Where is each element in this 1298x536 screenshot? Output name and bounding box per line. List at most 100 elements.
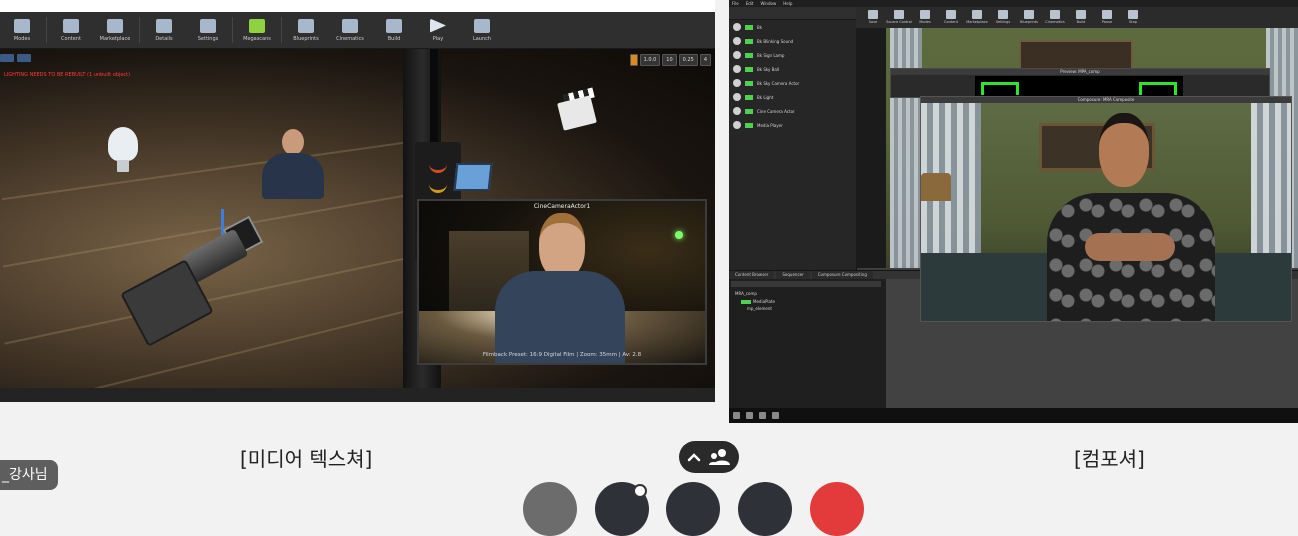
settings-icon bbox=[200, 18, 216, 33]
tree-item[interactable]: mp_element bbox=[747, 306, 772, 311]
toolbar-stop-button[interactable]: Stop bbox=[1122, 7, 1144, 28]
preview-window: Preview: MPA_comp bbox=[890, 68, 1270, 98]
highlight bbox=[745, 66, 753, 72]
toolbar-blueprints-button[interactable]: Blueprints bbox=[284, 12, 328, 48]
lightbulb-icon[interactable] bbox=[108, 127, 138, 161]
highlight bbox=[745, 38, 753, 44]
right-editor-toolbar: Save Source Control Modes Content Market… bbox=[856, 7, 1298, 28]
viewport-stat[interactable]: 10 bbox=[662, 54, 677, 66]
left-shared-screen: Modes Content Marketplace Details Settin… bbox=[0, 0, 715, 402]
viewport-view-button[interactable] bbox=[17, 54, 31, 62]
share-button[interactable] bbox=[666, 482, 720, 536]
toolbar-blueprints-button[interactable]: Blueprints bbox=[1018, 7, 1040, 28]
toolbar-separator bbox=[139, 17, 140, 43]
clapperboard-icon[interactable] bbox=[557, 95, 597, 131]
modes-icon bbox=[920, 10, 930, 19]
toolbar-pause-button[interactable]: Pause bbox=[1096, 7, 1118, 28]
highlight bbox=[745, 108, 753, 114]
toolbar-launch-button[interactable]: Launch bbox=[460, 12, 504, 48]
right-menubar: File Edit Window Help bbox=[729, 0, 1298, 7]
tab-composure[interactable]: Composure Compositing bbox=[811, 271, 873, 279]
menu-file[interactable]: File bbox=[732, 0, 739, 7]
tab-content-browser[interactable]: Content Browser bbox=[729, 271, 775, 279]
outliner-item[interactable]: Bk Blinking Sound bbox=[729, 34, 856, 48]
viewport-stat[interactable]: 4 bbox=[699, 54, 711, 66]
toolbar-settings-button[interactable]: Settings bbox=[186, 12, 230, 48]
camera-toggle-button[interactable] bbox=[523, 482, 577, 536]
outliner-item-label: Bk bbox=[757, 24, 763, 30]
toolbar-marketplace-button[interactable]: Marketplace bbox=[93, 12, 137, 48]
viewport-stat[interactable]: 1.0.0 bbox=[639, 54, 661, 66]
viewport-left-buttons bbox=[0, 54, 31, 62]
actor-icon bbox=[733, 79, 741, 87]
menu-edit[interactable]: Edit bbox=[746, 0, 754, 7]
tree-item[interactable]: MRA_comp bbox=[735, 291, 757, 296]
menu-window[interactable]: Window bbox=[760, 0, 776, 7]
build-icon bbox=[1076, 10, 1086, 19]
curtain-left bbox=[890, 28, 922, 268]
floor-tile-line bbox=[5, 308, 415, 388]
toolbar-build-button[interactable]: Build bbox=[1070, 7, 1092, 28]
left-level-viewport[interactable]: LIGHTING NEEDS TO BE REBUILT (1 unbuilt … bbox=[0, 49, 715, 388]
browser-icon[interactable] bbox=[759, 412, 766, 419]
end-call-button[interactable] bbox=[810, 482, 864, 536]
toolbar-label: Modes bbox=[919, 20, 931, 24]
toolbar-label: Pause bbox=[1101, 20, 1113, 24]
outliner-item[interactable]: Cine Camera Actor bbox=[729, 104, 856, 118]
outliner-item[interactable]: Bk Sky Ball bbox=[729, 62, 856, 76]
toolbar-save-button[interactable]: Save bbox=[862, 7, 884, 28]
viewport-stat[interactable]: 0.25 bbox=[678, 54, 698, 66]
toolbar-modes-button[interactable]: Modes bbox=[0, 12, 44, 48]
toolbar-build-button[interactable]: Build bbox=[372, 12, 416, 48]
traffic-lamp bbox=[429, 160, 447, 173]
outliner-item[interactable]: Bk bbox=[729, 20, 856, 34]
pause-icon bbox=[1102, 10, 1112, 19]
blue-sign bbox=[453, 163, 493, 191]
tab-sequencer[interactable]: Sequencer bbox=[776, 271, 810, 279]
toolbar-cinematics-button[interactable]: Cinematics bbox=[1044, 7, 1066, 28]
outliner-item[interactable]: Bk Sky Camera Actor bbox=[729, 76, 856, 90]
outliner-item[interactable]: Bk Light bbox=[729, 90, 856, 104]
folder-icon[interactable] bbox=[746, 412, 753, 419]
tree-item[interactable]: MediaPlate bbox=[741, 299, 775, 304]
app-icon[interactable] bbox=[772, 412, 779, 419]
viewport-options-button[interactable] bbox=[0, 54, 14, 62]
mic-status-dot bbox=[633, 484, 647, 498]
left-screen-caption: [미디어 텍스쳐] bbox=[240, 447, 373, 471]
toolbar-settings-button[interactable]: Settings bbox=[992, 7, 1014, 28]
toolbar-label: Settings bbox=[995, 20, 1011, 24]
outliner-item[interactable]: Media Player bbox=[729, 118, 856, 132]
tree-item-label: MRA_comp bbox=[735, 291, 757, 296]
toolbar-content-button[interactable]: Content bbox=[49, 12, 93, 48]
toolbar-label: Build bbox=[1076, 20, 1086, 24]
toolbar-play-button[interactable]: Play bbox=[416, 12, 460, 48]
menu-help[interactable]: Help bbox=[783, 0, 792, 7]
person-body bbox=[262, 153, 324, 199]
toolbar-cinematics-button[interactable]: Cinematics bbox=[328, 12, 372, 48]
toolbar-marketplace-button[interactable]: Marketplace bbox=[966, 7, 988, 28]
marketplace-icon bbox=[972, 10, 982, 19]
toolbar-modes-button[interactable]: Modes bbox=[914, 7, 936, 28]
toolbar-megascans-button[interactable]: Megascans bbox=[235, 12, 279, 48]
wall-painting bbox=[1019, 40, 1133, 70]
outliner-item-label: Bk Blinking Sound bbox=[757, 38, 794, 44]
outliner-item[interactable]: Bk Sign Lamp bbox=[729, 48, 856, 62]
green-bracket bbox=[981, 82, 1019, 95]
start-icon[interactable] bbox=[733, 412, 740, 419]
viewport-mode-accent[interactable] bbox=[629, 54, 638, 66]
os-taskbar bbox=[729, 408, 1298, 423]
outliner-header bbox=[729, 7, 856, 20]
tree-search-input[interactable] bbox=[731, 281, 881, 287]
toolbar-content-button[interactable]: Content bbox=[940, 7, 962, 28]
more-options-button[interactable] bbox=[738, 482, 792, 536]
chevron-up-icon bbox=[687, 453, 701, 462]
outliner-item-label: Bk Sky Camera Actor bbox=[757, 80, 800, 86]
preview-camera-caption: Filmback Preset: 16:9 Digital Film | Zoo… bbox=[482, 352, 642, 358]
view-toggle-button[interactable] bbox=[679, 441, 739, 473]
toolbar-label: Stop bbox=[1129, 20, 1137, 24]
tree-item-label: mp_element bbox=[747, 306, 772, 311]
content-icon bbox=[63, 18, 79, 33]
marketplace-icon bbox=[107, 18, 123, 33]
toolbar-source-control-button[interactable]: Source Control bbox=[886, 7, 912, 28]
toolbar-details-button[interactable]: Details bbox=[142, 12, 186, 48]
